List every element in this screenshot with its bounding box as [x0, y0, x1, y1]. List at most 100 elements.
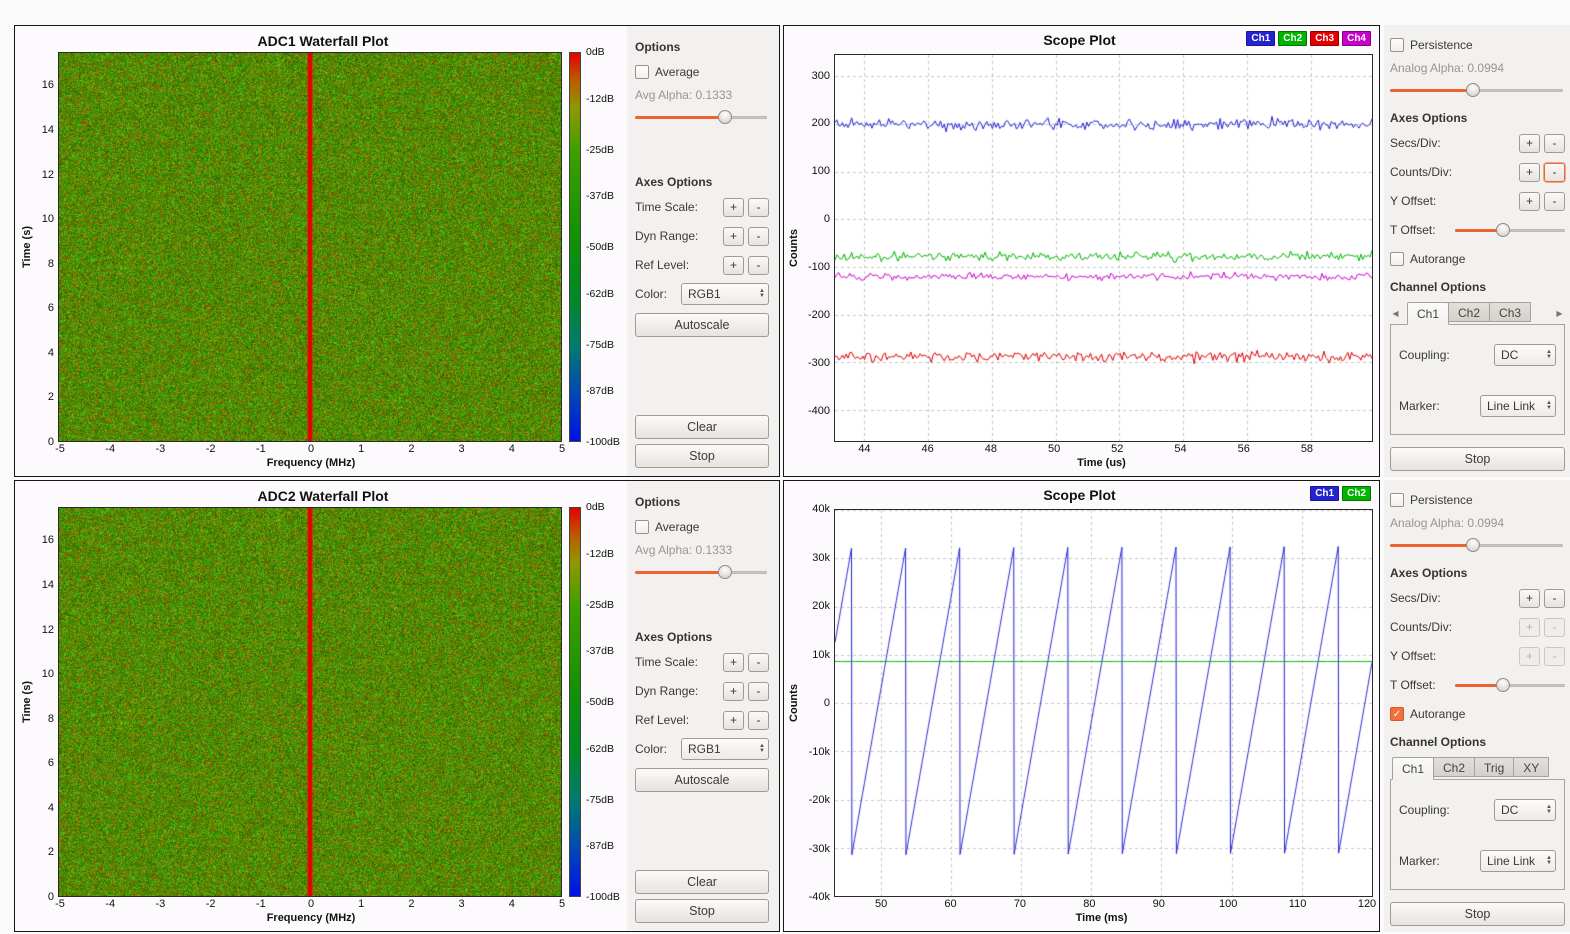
ref-level-minus-button[interactable]: - — [748, 256, 769, 275]
tab-scroll-left-icon[interactable]: ◀ — [1390, 309, 1401, 318]
x-axis-ticks: 4446485052545658 — [836, 442, 1367, 457]
stop-button[interactable]: Stop — [635, 899, 769, 923]
tick-label: 50 — [1048, 443, 1060, 455]
autorange-option[interactable]: ✓ Autorange — [1390, 704, 1565, 724]
marker-select[interactable]: Line Link ▲▼ — [1480, 850, 1556, 872]
tab-ch2[interactable]: Ch2 — [1448, 302, 1490, 322]
coupling-select[interactable]: DC ▲▼ — [1494, 344, 1556, 366]
slider-knob[interactable] — [1466, 83, 1480, 97]
y-offset-minus-button[interactable]: - — [1544, 192, 1565, 211]
x-axis-ticks: 5060708090100110120 — [836, 897, 1367, 912]
time-scale-minus-button[interactable]: - — [748, 653, 769, 672]
secs-div-plus-button[interactable]: + — [1519, 134, 1540, 153]
marker-row: Marker: Line Link ▲▼ — [1399, 394, 1556, 418]
stop-button[interactable]: Stop — [1390, 447, 1565, 471]
t-offset-slider[interactable] — [1455, 678, 1565, 693]
slider-knob[interactable] — [718, 565, 732, 579]
scope-trace-canvas[interactable] — [835, 510, 1372, 896]
clear-button[interactable]: Clear — [635, 415, 769, 439]
secs-div-minus-button[interactable]: - — [1544, 589, 1565, 608]
ref-level-plus-button[interactable]: + — [723, 256, 744, 275]
slider-knob[interactable] — [1466, 538, 1480, 552]
stop-button[interactable]: Stop — [1390, 902, 1565, 926]
dyn-range-plus-button[interactable]: + — [723, 682, 744, 701]
scope-canvas[interactable] — [834, 54, 1373, 442]
autorange-checkbox[interactable] — [1390, 252, 1404, 266]
waterfall-canvas[interactable] — [58, 507, 562, 897]
counts-div-minus-button[interactable]: - — [1544, 618, 1565, 637]
axes-options-header: Axes Options — [635, 175, 769, 189]
channel-legend: Ch1Ch2Ch3Ch4 — [1246, 31, 1371, 46]
autorange-option[interactable]: Autorange — [1390, 249, 1565, 269]
average-option[interactable]: Average — [635, 517, 769, 537]
time-scale-plus-button[interactable]: + — [723, 198, 744, 217]
analog-alpha-slider[interactable] — [1390, 83, 1563, 98]
time-scale-label: Time Scale: — [635, 655, 719, 669]
counts-div-label: Counts/Div: — [1390, 165, 1515, 179]
tab-trig[interactable]: Trig — [1474, 757, 1514, 777]
persistence-checkbox[interactable] — [1390, 493, 1404, 507]
slider-knob[interactable] — [1496, 678, 1510, 692]
ref-level-minus-button[interactable]: - — [748, 711, 769, 730]
tick-label: 30k — [812, 552, 830, 564]
clear-button[interactable]: Clear — [635, 870, 769, 894]
slider-knob[interactable] — [718, 110, 732, 124]
analog-alpha-slider[interactable] — [1390, 538, 1563, 553]
stop-button[interactable]: Stop — [635, 444, 769, 468]
persistence-option[interactable]: Persistence — [1390, 490, 1565, 510]
tick-label: 0 — [824, 213, 830, 225]
scope-canvas[interactable] — [834, 509, 1373, 897]
slider-knob[interactable] — [1496, 223, 1510, 237]
dyn-range-row: Dyn Range: + - — [635, 679, 769, 703]
color-select[interactable]: RGB1 ▲▼ — [681, 738, 769, 760]
average-checkbox[interactable] — [635, 65, 649, 79]
plot-title: Scope Plot — [786, 487, 1373, 503]
ref-level-plus-button[interactable]: + — [723, 711, 744, 730]
y-offset-plus-button[interactable]: + — [1519, 192, 1540, 211]
autorange-checkbox[interactable]: ✓ — [1390, 707, 1404, 721]
tick-label: 300 — [812, 70, 830, 82]
time-scale-minus-button[interactable]: - — [748, 198, 769, 217]
tick-label: 12 — [42, 624, 54, 636]
dyn-range-plus-button[interactable]: + — [723, 227, 744, 246]
y-offset-minus-button[interactable]: - — [1544, 647, 1565, 666]
dyn-range-minus-button[interactable]: - — [748, 227, 769, 246]
avg-alpha-slider[interactable] — [635, 565, 767, 580]
autoscale-button[interactable]: Autoscale — [635, 313, 769, 337]
tab-ch2[interactable]: Ch2 — [1433, 757, 1475, 777]
average-checkbox[interactable] — [635, 520, 649, 534]
persistence-option[interactable]: Persistence — [1390, 35, 1565, 55]
average-option[interactable]: Average — [635, 62, 769, 82]
tick-label: 0 — [48, 436, 54, 448]
tab-ch1[interactable]: Ch1 — [1407, 302, 1449, 325]
waterfall-canvas[interactable] — [58, 52, 562, 442]
plot-header: Scope Plot Ch1Ch2 — [786, 483, 1373, 509]
marker-select[interactable]: Line Link ▲▼ — [1480, 395, 1556, 417]
time-scale-plus-button[interactable]: + — [723, 653, 744, 672]
counts-div-minus-button[interactable]: - — [1544, 163, 1565, 182]
secs-div-minus-button[interactable]: - — [1544, 134, 1565, 153]
y-offset-label: Y Offset: — [1390, 194, 1515, 208]
counts-div-plus-button[interactable]: + — [1519, 163, 1540, 182]
tick-label: -12dB — [586, 93, 614, 105]
counts-div-plus-button[interactable]: + — [1519, 618, 1540, 637]
tab-scroll-right-icon[interactable]: ▶ — [1554, 309, 1565, 318]
color-select[interactable]: RGB1 ▲▼ — [681, 283, 769, 305]
waterfall-heatmap[interactable] — [59, 508, 561, 896]
dyn-range-minus-button[interactable]: - — [748, 682, 769, 701]
persistence-checkbox[interactable] — [1390, 38, 1404, 52]
x-axis-label: Frequency (MHz) — [19, 457, 627, 474]
tab-ch1[interactable]: Ch1 — [1392, 757, 1434, 780]
scope1-control-panel: Persistence Analog Alpha: 0.0994 Axes Op… — [1384, 25, 1570, 477]
t-offset-slider[interactable] — [1455, 223, 1565, 238]
avg-alpha-slider[interactable] — [635, 110, 767, 125]
tab-ch3[interactable]: Ch3 — [1489, 302, 1531, 322]
coupling-select[interactable]: DC ▲▼ — [1494, 799, 1556, 821]
secs-div-plus-button[interactable]: + — [1519, 589, 1540, 608]
colorbar — [569, 52, 581, 442]
scope-trace-canvas[interactable] — [835, 55, 1372, 441]
y-offset-plus-button[interactable]: + — [1519, 647, 1540, 666]
tab-xy[interactable]: XY — [1513, 757, 1549, 777]
waterfall-heatmap[interactable] — [59, 53, 561, 441]
autoscale-button[interactable]: Autoscale — [635, 768, 769, 792]
